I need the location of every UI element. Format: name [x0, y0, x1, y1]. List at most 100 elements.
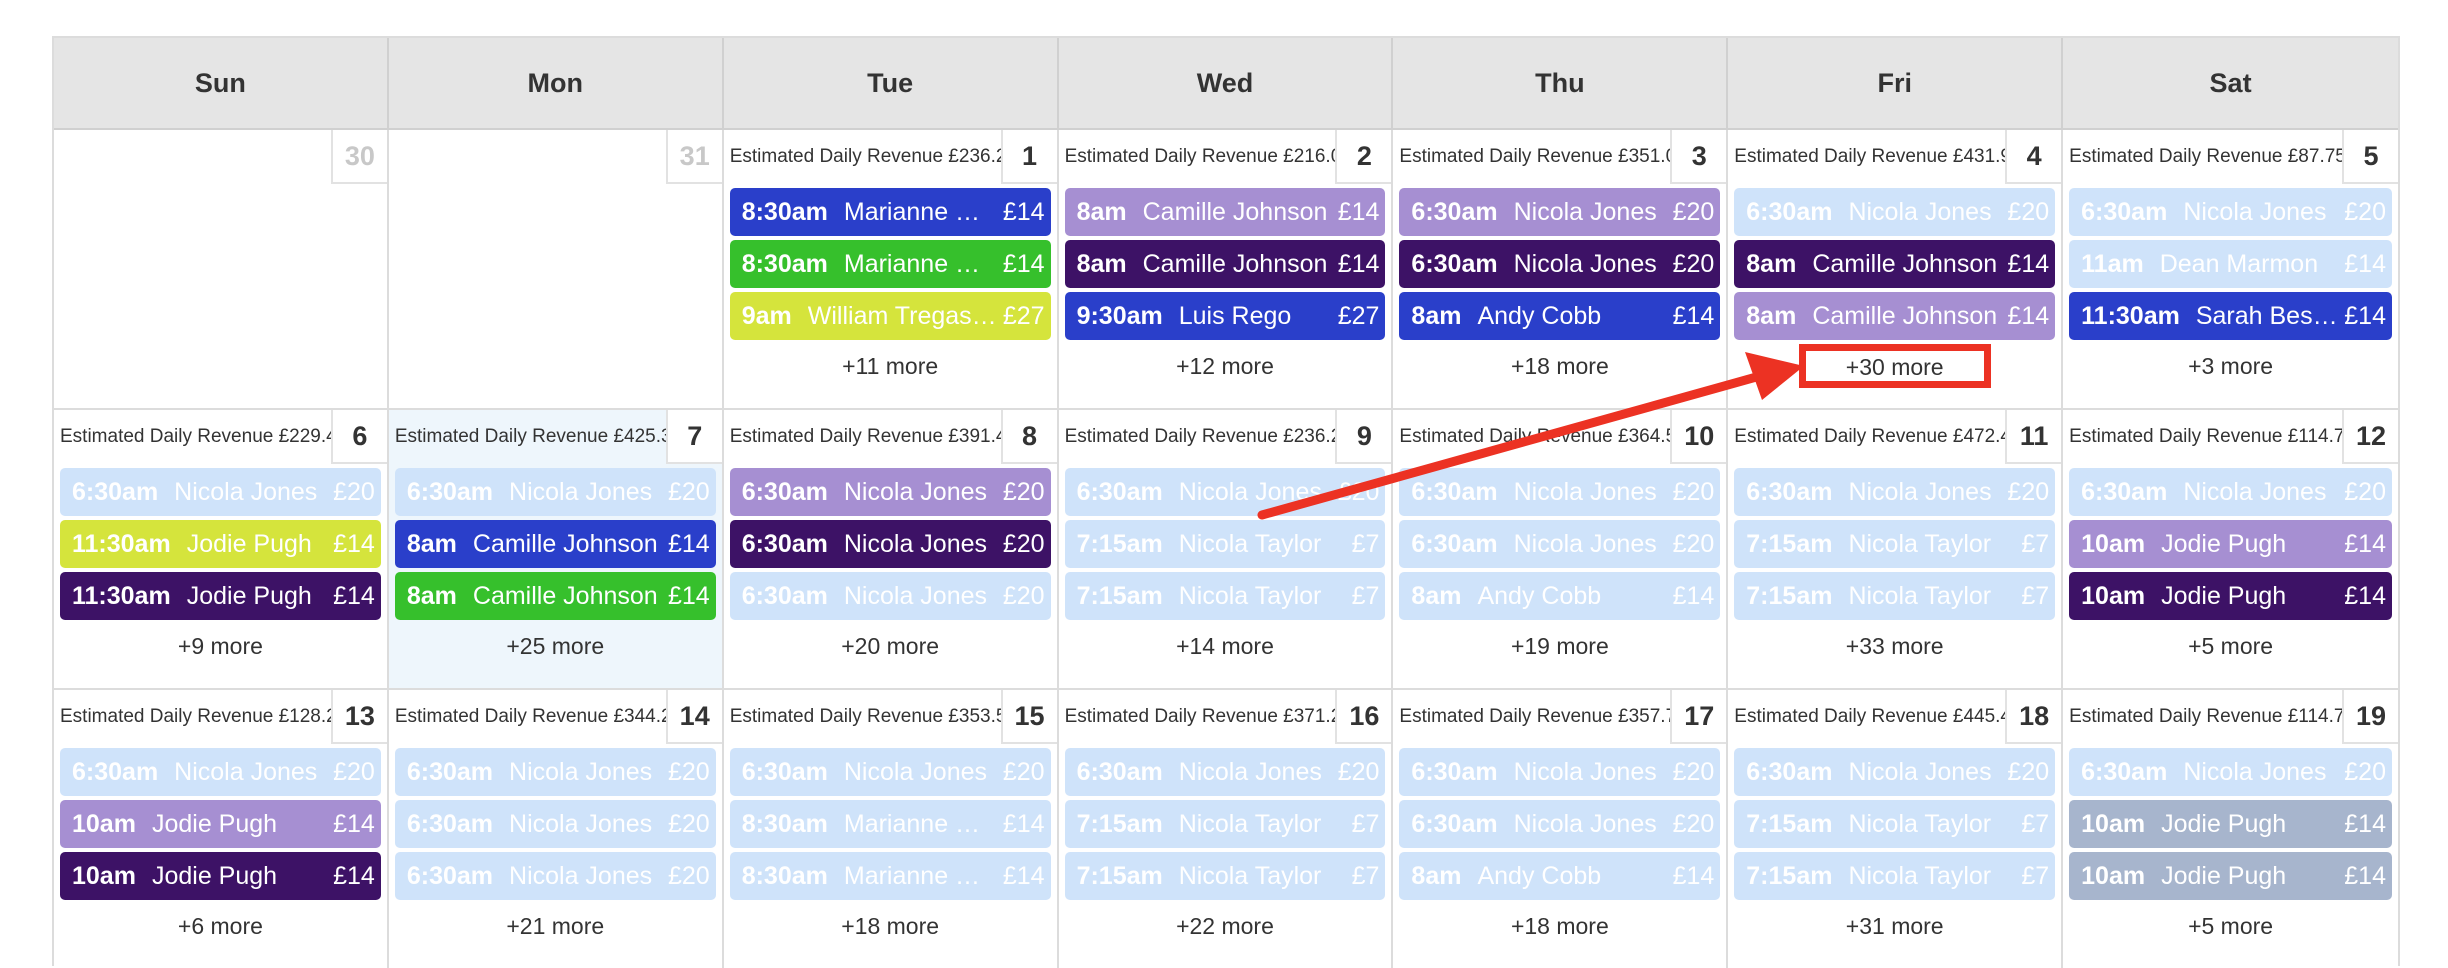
day-cell-header: Estimated Daily Revenue £236.24 1 [724, 130, 1057, 184]
event-chip[interactable]: 6:30am Nicola Jones £20 [1734, 188, 2056, 236]
event-chip[interactable]: 7:15am Nicola Taylor £7 [1064, 800, 1386, 848]
day-number[interactable]: 1 [1000, 130, 1057, 184]
day-number[interactable]: 13 [330, 690, 387, 744]
more-events-link[interactable]: +31 more [1846, 904, 1944, 948]
more-events-link[interactable]: +12 more [1176, 344, 1274, 388]
more-events-link[interactable]: +33 more [1846, 624, 1944, 668]
day-number[interactable]: 18 [2005, 690, 2062, 744]
day-number[interactable]: 31 [665, 130, 722, 184]
event-chip[interactable]: 6:30am Nicola Jones £20 [1399, 800, 1721, 848]
event-chip[interactable]: 8:30am Marianne Ho… £14 [729, 852, 1051, 900]
more-events-link[interactable]: +21 more [506, 904, 604, 948]
event-chip[interactable]: 6:30am Nicola Jones £20 [1064, 468, 1386, 516]
event-chip[interactable]: 6:30am Nicola Jones £20 [394, 468, 716, 516]
event-chip[interactable]: 11:30am Sarah Bessex £14 [2069, 292, 2392, 340]
event-chip[interactable]: 6:30am Nicola Jones £20 [1399, 748, 1721, 796]
day-number[interactable]: 16 [1335, 690, 1392, 744]
event-client-name: Jodie Pugh [2161, 529, 2287, 558]
day-number[interactable]: 10 [1670, 410, 1727, 464]
day-number[interactable]: 3 [1670, 130, 1727, 184]
day-number[interactable]: 14 [665, 690, 722, 744]
event-chip[interactable]: 6:30am Nicola Jones £20 [60, 468, 381, 516]
event-chip[interactable]: 10am Jodie Pugh £14 [60, 800, 381, 848]
day-number[interactable]: 5 [2342, 130, 2398, 184]
event-chip[interactable]: 8am Camille Johnson £14 [1734, 240, 2056, 288]
event-chip[interactable]: 6:30am Nicola Jones £20 [1064, 748, 1386, 796]
more-events-link[interactable]: +6 more [178, 904, 263, 948]
event-chip[interactable]: 8am Andy Cobb £14 [1399, 292, 1721, 340]
more-events-link[interactable]: +3 more [2188, 344, 2273, 388]
event-chip[interactable]: 6:30am Nicola Jones £20 [60, 748, 381, 796]
event-chip[interactable]: 6:30am Nicola Jones £20 [1734, 468, 2056, 516]
more-events-link[interactable]: +18 more [841, 904, 939, 948]
event-time: 6:30am [406, 477, 494, 506]
event-chip[interactable]: 6:30am Nicola Jones £20 [729, 748, 1051, 796]
more-events-link[interactable]: +18 more [1511, 344, 1609, 388]
event-chip[interactable]: 7:15am Nicola Taylor £7 [1734, 520, 2056, 568]
more-events-link[interactable]: +22 more [1176, 904, 1274, 948]
event-chip[interactable]: 7:15am Nicola Taylor £7 [1064, 572, 1386, 620]
day-number[interactable]: 15 [1000, 690, 1057, 744]
more-events-link[interactable]: +20 more [841, 624, 939, 668]
event-chip[interactable]: 8:30am Marianne Ho… £14 [729, 240, 1051, 288]
day-number[interactable]: 30 [330, 130, 387, 184]
event-chip[interactable]: 6:30am Nicola Jones £20 [1399, 520, 1721, 568]
event-chip[interactable]: 6:30am Nicola Jones £20 [1399, 468, 1721, 516]
event-chip[interactable]: 9:30am Luis Rego £27 [1064, 292, 1386, 340]
event-chip[interactable]: 6:30am Nicola Jones £20 [394, 852, 716, 900]
more-events-link[interactable]: +5 more [2188, 904, 2273, 948]
event-chip[interactable]: 6:30am Nicola Jones £20 [394, 748, 716, 796]
event-chip[interactable]: 6:30am Nicola Jones £20 [1399, 188, 1721, 236]
day-number[interactable]: 8 [1000, 410, 1057, 464]
event-chip[interactable]: 8:30am Marianne Ho… £14 [729, 800, 1051, 848]
event-chip[interactable]: 6:30am Nicola Jones £20 [2069, 468, 2392, 516]
event-chip[interactable]: 8am Camille Johnson £14 [1064, 188, 1386, 236]
event-chip[interactable]: 10am Jodie Pugh £14 [2069, 800, 2392, 848]
event-chip[interactable]: 10am Jodie Pugh £14 [2069, 520, 2392, 568]
more-events-link[interactable]: +18 more [1511, 904, 1609, 948]
event-chip[interactable]: 7:15am Nicola Taylor £7 [1064, 520, 1386, 568]
event-chip[interactable]: 6:30am Nicola Jones £20 [2069, 748, 2392, 796]
day-number[interactable]: 17 [1670, 690, 1727, 744]
event-chip[interactable]: 8am Andy Cobb £14 [1399, 572, 1721, 620]
day-number[interactable]: 6 [330, 410, 387, 464]
day-number[interactable]: 2 [1335, 130, 1392, 184]
event-chip[interactable]: 7:15am Nicola Taylor £7 [1734, 800, 2056, 848]
event-chip[interactable]: 6:30am Nicola Jones £20 [1734, 748, 2056, 796]
more-events-link[interactable]: +19 more [1511, 624, 1609, 668]
day-number[interactable]: 12 [2342, 410, 2398, 464]
event-chip[interactable]: 7:15am Nicola Taylor £7 [1064, 852, 1386, 900]
event-chip[interactable]: 6:30am Nicola Jones £20 [2069, 188, 2392, 236]
event-chip[interactable]: 8am Andy Cobb £14 [1399, 852, 1721, 900]
event-chip[interactable]: 8:30am Marianne Ho… £14 [729, 188, 1051, 236]
event-chip[interactable]: 6:30am Nicola Jones £20 [729, 520, 1051, 568]
more-events-link[interactable]: +25 more [506, 624, 604, 668]
event-chip[interactable]: 11am Dean Marmon £14 [2069, 240, 2392, 288]
event-chip[interactable]: 6:30am Nicola Jones £20 [394, 800, 716, 848]
event-chip[interactable]: 7:15am Nicola Taylor £7 [1734, 572, 2056, 620]
more-events-link[interactable]: +5 more [2188, 624, 2273, 668]
day-number[interactable]: 4 [2005, 130, 2062, 184]
event-chip[interactable]: 11:30am Jodie Pugh £14 [60, 520, 381, 568]
more-events-link[interactable]: +14 more [1176, 624, 1274, 668]
event-chip[interactable]: 8am Camille Johnson £14 [394, 520, 716, 568]
event-chip[interactable]: 9am William Tregaskes £27 [729, 292, 1051, 340]
day-number[interactable]: 9 [1335, 410, 1392, 464]
event-chip[interactable]: 6:30am Nicola Jones £20 [729, 468, 1051, 516]
day-number[interactable]: 7 [665, 410, 722, 464]
more-events-link[interactable]: +11 more [842, 344, 938, 388]
event-chip[interactable]: 6:30am Nicola Jones £20 [1399, 240, 1721, 288]
day-number[interactable]: 19 [2342, 690, 2398, 744]
event-chip[interactable]: 11:30am Jodie Pugh £14 [60, 572, 381, 620]
more-events-link[interactable]: +9 more [178, 624, 263, 668]
event-chip[interactable]: 8am Camille Johnson £14 [394, 572, 716, 620]
event-chip[interactable]: 6:30am Nicola Jones £20 [729, 572, 1051, 620]
event-chip[interactable]: 7:15am Nicola Taylor £7 [1734, 852, 2056, 900]
event-chip[interactable]: 10am Jodie Pugh £14 [2069, 572, 2392, 620]
event-chip[interactable]: 10am Jodie Pugh £14 [2069, 852, 2392, 900]
more-events-link[interactable]: +30 more [1798, 344, 1991, 388]
event-chip[interactable]: 10am Jodie Pugh £14 [60, 852, 381, 900]
day-number[interactable]: 11 [2005, 410, 2062, 464]
event-chip[interactable]: 8am Camille Johnson £14 [1064, 240, 1386, 288]
event-chip[interactable]: 8am Camille Johnson £14 [1734, 292, 2056, 340]
